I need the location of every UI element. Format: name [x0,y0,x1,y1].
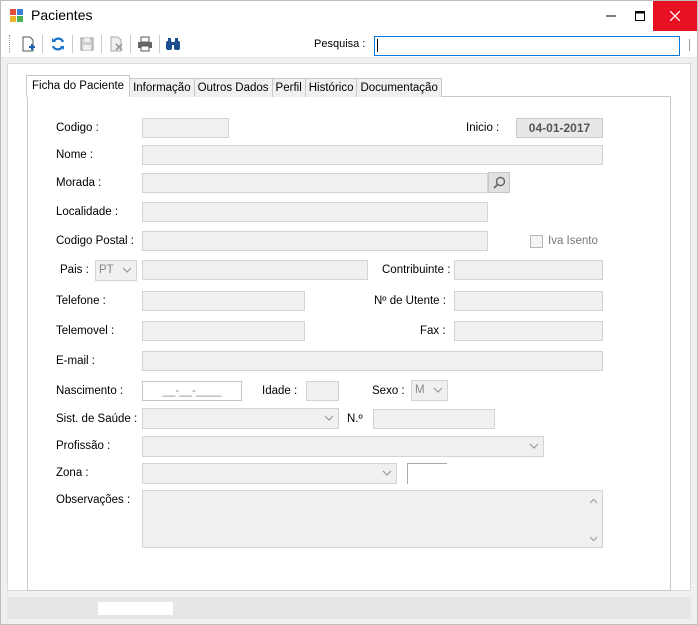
localidade-field[interactable] [142,202,488,222]
observacoes-label: Observações : [56,494,131,506]
sist-saude-select[interactable] [142,408,339,429]
status-panel [98,602,173,615]
fax-label: Fax : [420,325,446,337]
email-field[interactable] [142,351,603,371]
codigo-postal-label: Codigo Postal : [56,235,134,247]
new-document-icon [22,36,35,52]
nome-field[interactable] [142,145,603,165]
codigo-field[interactable] [142,118,229,138]
find-button[interactable] [163,34,183,54]
title-bar: Pacientes [1,1,697,31]
tab-outros-dados[interactable]: Outros Dados [193,78,273,97]
binoculars-icon [166,38,180,50]
inicio-label: Inicio : [466,122,500,134]
window-title: Pacientes [31,7,93,23]
profissao-select[interactable] [142,436,544,457]
tab-informacao[interactable]: Informação [129,78,195,97]
observacoes-scrollbar[interactable] [585,491,602,547]
pais-label: Pais : [60,264,89,276]
chevron-down-icon [433,387,443,393]
utente-field[interactable] [454,291,603,311]
sexo-select[interactable]: M [411,380,448,401]
iva-isento-label: Iva Isento [548,235,598,247]
toolbar: Pesquisa : [1,31,697,58]
observacoes-textarea[interactable] [142,490,603,548]
idade-label: Idade : [262,385,298,397]
zona-select[interactable] [142,463,397,484]
sist-saude-label: Sist. de Saúde : [56,413,138,425]
close-icon [670,11,680,21]
numero-field[interactable] [373,409,495,429]
tab-documentacao[interactable]: Documentação [356,78,442,97]
nascimento-field[interactable]: __-__-____ [142,381,242,401]
tab-historico[interactable]: Histórico [304,78,358,97]
inicio-date-field[interactable]: 04-01-2017 [516,118,603,138]
morada-field[interactable] [142,173,488,193]
toolbar-separator [101,35,102,53]
pais-select[interactable]: PT [95,260,137,281]
idade-field[interactable] [306,381,339,401]
save-icon [80,37,94,51]
telemovel-field[interactable] [142,321,305,341]
fax-field[interactable] [454,321,603,341]
new-button[interactable] [18,34,38,54]
toolbar-separator [72,35,73,53]
sexo-value: M [415,384,425,396]
zona-color-box[interactable] [407,463,447,484]
toolbar-overflow-grip [689,39,690,51]
text-caret [377,39,378,52]
contribuinte-field[interactable] [454,260,603,280]
pais-description-field[interactable] [142,260,368,280]
toolbar-separator [130,35,131,53]
app-icon [10,9,24,23]
scroll-down-icon[interactable] [585,533,602,545]
nome-label: Nome : [56,149,94,161]
localidade-label: Localidade : [56,206,119,218]
numero-label: N.º [347,413,363,425]
search-label: Pesquisa : [314,38,366,50]
close-button[interactable] [653,1,697,31]
save-button[interactable] [77,34,97,54]
minimize-icon [606,15,616,17]
profissao-label: Profissão : [56,440,111,452]
print-icon [138,36,152,52]
chevron-down-icon [122,267,132,273]
zona-label: Zona : [56,467,89,479]
delete-icon [110,36,123,52]
print-button[interactable] [135,34,155,54]
sexo-label: Sexo : [372,385,405,397]
search-input[interactable] [374,36,680,56]
tab-strip: Ficha do Paciente Informação Outros Dado… [26,75,442,97]
refresh-button[interactable] [48,34,68,54]
telefone-label: Telefone : [56,295,106,307]
toolbar-grip[interactable] [9,35,12,53]
codigo-postal-field[interactable] [142,231,488,251]
tab-perfil[interactable]: Perfil [271,78,306,97]
toolbar-separator [159,35,160,53]
chevron-down-icon [324,415,334,421]
scroll-up-icon[interactable] [585,495,602,507]
email-label: E-mail : [56,355,95,367]
chevron-down-icon [382,470,392,476]
tab-ficha-paciente[interactable]: Ficha do Paciente [26,75,131,97]
iva-isento-checkbox[interactable] [530,235,543,248]
pais-value: PT [99,264,114,276]
codigo-label: Codigo : [56,122,99,134]
contribuinte-label: Contribuinte : [382,264,451,276]
telefone-field[interactable] [142,291,305,311]
delete-button[interactable] [106,34,126,54]
telemovel-label: Telemovel : [56,325,115,337]
refresh-icon [51,37,65,51]
morada-label: Morada : [56,177,102,189]
morada-search-button[interactable] [488,172,510,193]
chevron-down-icon [529,443,539,449]
utente-label: Nº de Utente : [374,295,446,307]
maximize-icon [635,11,645,21]
maximize-button[interactable] [623,1,657,31]
nascimento-label: Nascimento : [56,385,124,397]
magnifier-icon [492,176,505,189]
toolbar-separator [42,35,43,53]
